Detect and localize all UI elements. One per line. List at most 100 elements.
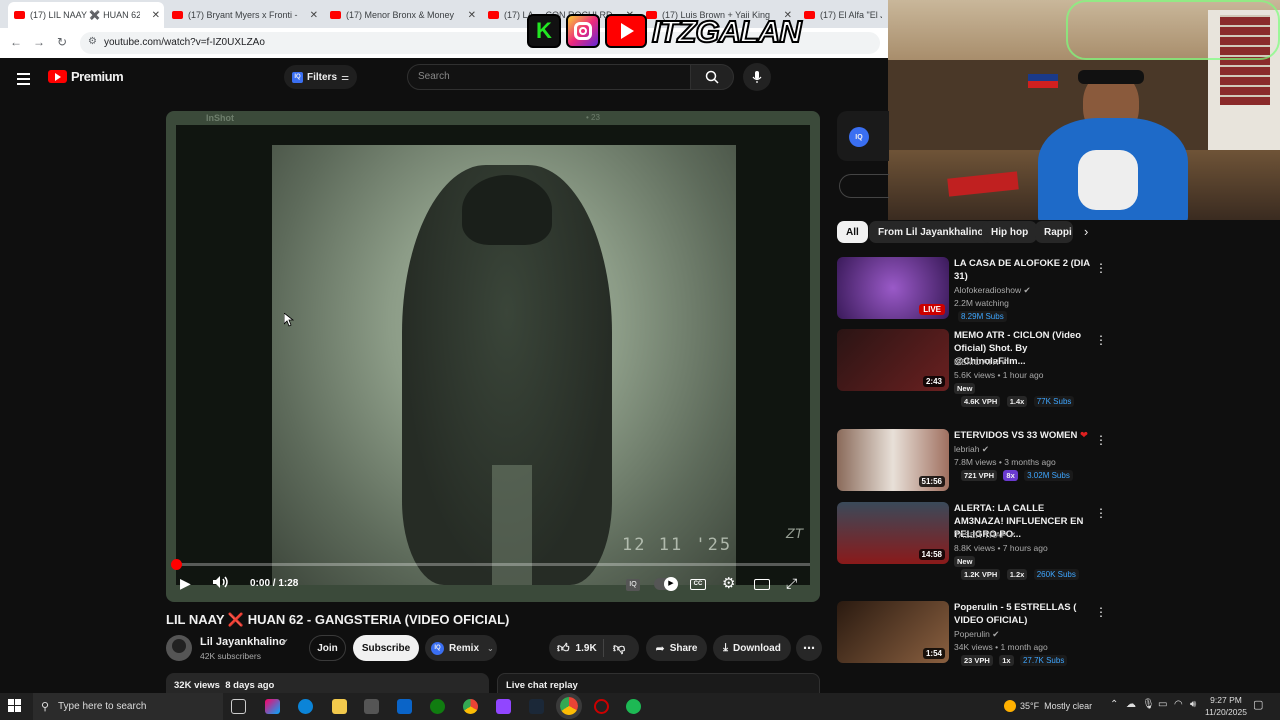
site-info-icon[interactable]: ⚙	[88, 36, 97, 47]
dislike-icon[interactable]: 👎︎	[613, 641, 625, 656]
more-vert-icon[interactable]: ⋮	[1095, 605, 1107, 619]
youtube-premium-logo[interactable]: Premium	[48, 69, 124, 84]
browser-tab[interactable]: (17) Bryant Myers x Fronti - GO ✕	[166, 4, 322, 26]
task-view-icon[interactable]	[231, 699, 246, 714]
rec-channel[interactable]: lebriah ✔	[954, 444, 989, 455]
rec-channel[interactable]: MEMO ATR ✔	[954, 357, 1008, 368]
cloud-icon[interactable]: ☁	[1126, 699, 1136, 710]
back-icon[interactable]: ←	[10, 35, 22, 49]
video-thumbnail[interactable]: 2:43	[837, 329, 949, 391]
recommendation-item[interactable]: 14:58 ALERTA: LA CALLE AM3NAZA! INFLUENC…	[837, 502, 1117, 592]
menu-icon[interactable]	[17, 70, 30, 88]
file-explorer-icon[interactable]	[332, 699, 347, 714]
xbox-icon[interactable]	[430, 699, 445, 714]
recommendation-item[interactable]: 2:43 MEMO ATR - CICLON (Video Oficial) S…	[837, 329, 1117, 419]
volume-tray-icon[interactable]: 🔊︎	[1190, 699, 1196, 710]
share-button[interactable]: ➦ Share	[646, 635, 707, 661]
recommendation-item[interactable]: LIVE LA CASA DE ALOFOKE 2 (DIA 31) Alofo…	[837, 257, 1117, 322]
rec-title[interactable]: LA CASA DE ALOFOKE 2 (DIA 31)	[954, 257, 1094, 283]
remix-button[interactable]: IQ Remix ⌄	[425, 635, 497, 661]
channel-avatar[interactable]	[166, 635, 192, 661]
filters-button[interactable]: IQ Filters ⚌	[284, 65, 358, 89]
video-thumbnail[interactable]: 51:56	[837, 429, 949, 491]
mic-tray-icon[interactable]: 🎙︎	[1142, 699, 1155, 710]
browser-tab[interactable]: (17) El Alfa "El Jefe	[798, 4, 888, 26]
join-button[interactable]: Join	[309, 635, 346, 661]
twitch-icon[interactable]	[496, 699, 511, 714]
notifications-icon[interactable]: ▢	[1253, 698, 1263, 711]
network-icon[interactable]: ▭	[1158, 699, 1167, 710]
rec-title[interactable]: ETERVIDOS VS 33 WOMEN ❤	[954, 429, 1094, 442]
close-tab-icon[interactable]: ✕	[468, 10, 476, 21]
video-image	[272, 145, 736, 585]
rec-channel[interactable]: Poperulin ✔	[954, 629, 999, 640]
more-vert-icon[interactable]: ⋮	[1095, 333, 1107, 347]
clock-date[interactable]: 11/20/2025	[1203, 707, 1249, 717]
rec-channel[interactable]: Alofokeradioshow ✔	[954, 285, 1031, 296]
download-button[interactable]: ⤓ Download	[713, 635, 791, 661]
chip-all[interactable]: All	[837, 221, 868, 243]
autoplay-toggle[interactable]: ▶	[654, 577, 678, 591]
more-vert-icon[interactable]: ⋮	[1095, 506, 1107, 520]
tab-title: (17) El Alfa "El Jefe	[820, 10, 882, 20]
chevron-right-icon[interactable]: ›	[1084, 224, 1088, 239]
taskbar-search-input[interactable]: ⚲ Type here to search	[33, 693, 223, 720]
weather-icon[interactable]	[1004, 700, 1016, 712]
chip-rapping[interactable]: Rappi	[1035, 221, 1073, 243]
voice-search-button[interactable]	[743, 63, 771, 91]
settings-icon[interactable]: ⚙	[722, 574, 735, 592]
rec-title[interactable]: Poperulin - 5 ESTRELLAS ( VIDEO OFICIAL)	[954, 601, 1094, 627]
theater-mode-icon[interactable]	[754, 579, 770, 590]
new-badge: New	[954, 556, 976, 567]
subscribe-button[interactable]: Subscribe	[353, 635, 419, 661]
steam-icon[interactable]	[529, 699, 544, 714]
reload-icon[interactable]: ↻	[57, 35, 67, 49]
search-input[interactable]: Search	[407, 64, 691, 90]
copilot-icon[interactable]	[265, 699, 280, 714]
video-thumbnail[interactable]: LIVE	[837, 257, 949, 319]
weather-text[interactable]: 35°F Mostly clear	[1020, 701, 1092, 711]
windows-start-icon[interactable]	[8, 699, 22, 713]
clock-time[interactable]: 9:27 PM	[1203, 695, 1249, 705]
video-player[interactable]: InShot • 23 12 11 '25 ZT ▶ 0:00 / 1:28 I…	[166, 111, 820, 602]
like-count[interactable]: 1.9K	[576, 643, 597, 654]
wifi-icon[interactable]: ◠	[1174, 699, 1183, 710]
forward-icon[interactable]: →	[33, 35, 45, 49]
channel-name[interactable]: Lil Jayankhalino	[200, 636, 286, 648]
rec-channel[interactable]: TASER TRAP ✔	[954, 530, 1016, 541]
video-title: LIL NAAY ❌ HUAN 62 - GANGSTERIA (VIDEO O…	[166, 612, 510, 627]
outlook-icon[interactable]	[397, 699, 412, 714]
video-thumbnail[interactable]: 14:58	[837, 502, 949, 564]
recommendation-item[interactable]: 51:56 ETERVIDOS VS 33 WOMEN ❤ lebriah ✔ …	[837, 429, 1117, 493]
search-button[interactable]	[690, 64, 734, 90]
browser-tab-active[interactable]: (17) LIL NAAY ✖️ HUAN 62 - G ✕	[8, 2, 164, 28]
play-icon[interactable]: ▶	[180, 575, 191, 592]
chrome-active-icon[interactable]	[556, 693, 582, 719]
more-vert-icon[interactable]: ⋮	[1095, 261, 1107, 275]
captions-icon[interactable]: CC	[690, 579, 706, 590]
iq-icon[interactable]: IQ	[849, 127, 869, 147]
iq-player-icon[interactable]: IQ	[626, 579, 640, 591]
close-tab-icon[interactable]: ✕	[310, 10, 318, 21]
like-icon[interactable]: 👍︎	[557, 641, 570, 656]
chip-from-channel[interactable]: From Lil Jayankhalino	[869, 221, 993, 243]
more-actions-button[interactable]: ⋯	[796, 635, 822, 661]
tray-chevron-icon[interactable]: ⌃	[1110, 699, 1118, 710]
fullscreen-icon[interactable]: ⤢	[786, 575, 797, 592]
spotify-icon[interactable]	[626, 699, 641, 714]
chip-hip-hop[interactable]: Hip hop	[982, 221, 1038, 243]
edge-icon[interactable]	[298, 699, 313, 714]
progress-scrubber[interactable]	[170, 559, 182, 570]
close-tab-icon[interactable]: ✕	[152, 10, 160, 21]
more-vert-icon[interactable]: ⋮	[1095, 433, 1107, 447]
video-thumbnail[interactable]: 1:54	[837, 601, 949, 663]
recommendation-item[interactable]: 1:54 Poperulin - 5 ESTRELLAS ( VIDEO OFI…	[837, 601, 1117, 666]
volume-icon[interactable]	[212, 575, 229, 592]
progress-bar[interactable]	[170, 559, 810, 570]
iq-panel-input[interactable]	[839, 174, 889, 198]
rec-channel-name: TASER TRAP	[954, 530, 1007, 540]
chrome-icon[interactable]	[463, 699, 478, 714]
store-icon[interactable]	[364, 699, 379, 714]
browser-tab[interactable]: (17) Menor Bronx & Money Jur ✕	[324, 4, 480, 26]
obs-icon[interactable]	[594, 699, 609, 714]
